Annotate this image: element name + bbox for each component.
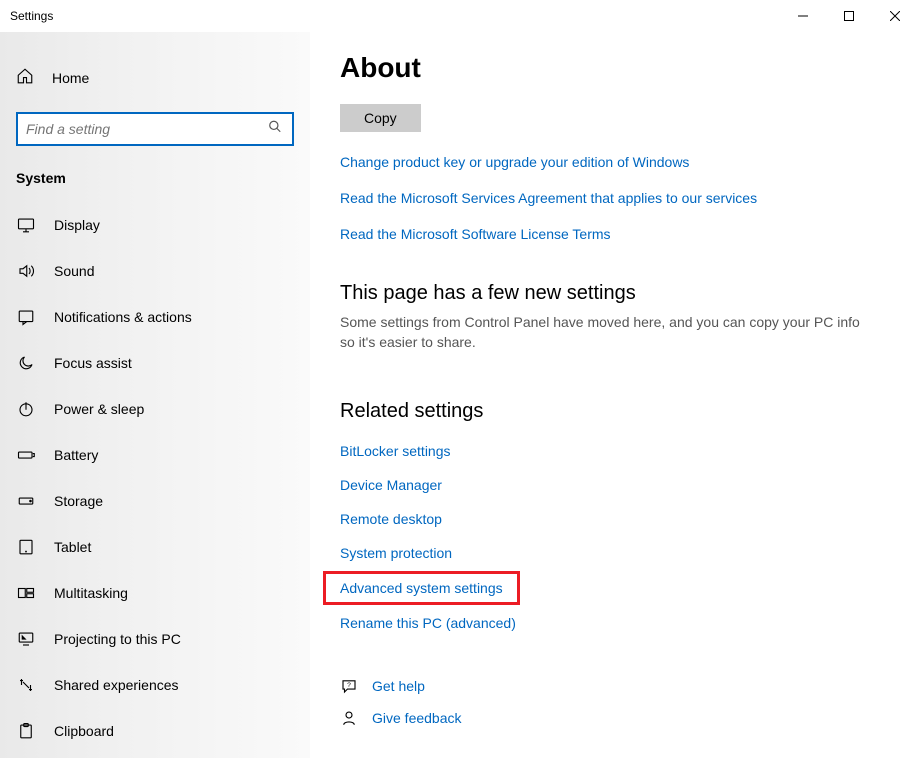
projecting-icon bbox=[16, 629, 36, 649]
sidebar: Home System Display bbox=[0, 32, 310, 758]
help-links: ? Get help Give feedback bbox=[340, 677, 878, 727]
nav-item-battery[interactable]: Battery bbox=[0, 432, 310, 478]
nav-label: Tablet bbox=[54, 539, 91, 555]
search-box[interactable] bbox=[16, 112, 294, 146]
related-bitlocker[interactable]: BitLocker settings bbox=[340, 437, 451, 465]
nav-item-multitasking[interactable]: Multitasking bbox=[0, 570, 310, 616]
nav-item-power-sleep[interactable]: Power & sleep bbox=[0, 386, 310, 432]
link-license-terms[interactable]: Read the Microsoft Software License Term… bbox=[340, 226, 878, 242]
nav-item-tablet[interactable]: Tablet bbox=[0, 524, 310, 570]
nav-label: Focus assist bbox=[54, 355, 132, 371]
nav-label: Battery bbox=[54, 447, 98, 463]
nav-list: Display Sound Notifications & actions bbox=[0, 202, 310, 754]
link-services-agreement[interactable]: Read the Microsoft Services Agreement th… bbox=[340, 190, 878, 206]
power-icon bbox=[16, 399, 36, 419]
storage-icon bbox=[16, 491, 36, 511]
nav-item-clipboard[interactable]: Clipboard bbox=[0, 708, 310, 754]
home-nav[interactable]: Home bbox=[0, 58, 310, 98]
sound-icon bbox=[16, 261, 36, 281]
search-input[interactable] bbox=[26, 121, 284, 137]
copy-button[interactable]: Copy bbox=[340, 104, 421, 132]
category-heading: System bbox=[0, 156, 310, 202]
chat-help-icon: ? bbox=[340, 677, 358, 695]
multitasking-icon bbox=[16, 583, 36, 603]
close-button[interactable] bbox=[872, 0, 918, 32]
nav-item-focus-assist[interactable]: Focus assist bbox=[0, 340, 310, 386]
nav-label: Shared experiences bbox=[54, 677, 179, 693]
nav-label: Clipboard bbox=[54, 723, 114, 739]
related-settings-list: BitLocker settings Device Manager Remote… bbox=[340, 437, 878, 637]
related-rename-pc[interactable]: Rename this PC (advanced) bbox=[340, 609, 516, 637]
nav-item-projecting[interactable]: Projecting to this PC bbox=[0, 616, 310, 662]
help-feedback-link[interactable]: Give feedback bbox=[372, 710, 462, 726]
related-device-manager[interactable]: Device Manager bbox=[340, 471, 442, 499]
nav-label: Display bbox=[54, 217, 100, 233]
nav-item-shared-experiences[interactable]: Shared experiences bbox=[0, 662, 310, 708]
minimize-button[interactable] bbox=[780, 0, 826, 32]
notifications-icon bbox=[16, 307, 36, 327]
new-settings-text: Some settings from Control Panel have mo… bbox=[340, 313, 878, 352]
nav-label: Notifications & actions bbox=[54, 309, 192, 325]
help-get-help-link[interactable]: Get help bbox=[372, 678, 425, 694]
window-title: Settings bbox=[10, 9, 53, 23]
content-pane: About Copy Change product key or upgrade… bbox=[310, 32, 918, 758]
link-change-product-key[interactable]: Change product key or upgrade your editi… bbox=[340, 154, 878, 170]
help-item-get-help[interactable]: ? Get help bbox=[340, 677, 878, 695]
shared-experiences-icon bbox=[16, 675, 36, 695]
nav-label: Power & sleep bbox=[54, 401, 144, 417]
help-item-feedback[interactable]: Give feedback bbox=[340, 709, 878, 727]
nav-label: Projecting to this PC bbox=[54, 631, 181, 647]
page-title: About bbox=[340, 52, 878, 84]
related-system-protection[interactable]: System protection bbox=[340, 539, 452, 567]
home-label: Home bbox=[52, 70, 89, 86]
nav-item-display[interactable]: Display bbox=[0, 202, 310, 248]
nav-label: Storage bbox=[54, 493, 103, 509]
nav-item-storage[interactable]: Storage bbox=[0, 478, 310, 524]
home-icon bbox=[16, 67, 34, 90]
nav-item-notifications[interactable]: Notifications & actions bbox=[0, 294, 310, 340]
related-heading: Related settings bbox=[340, 400, 878, 423]
tablet-icon bbox=[16, 537, 36, 557]
new-settings-heading: This page has a few new settings bbox=[340, 282, 878, 305]
titlebar-controls bbox=[780, 0, 918, 32]
support-links: Change product key or upgrade your editi… bbox=[340, 154, 878, 242]
clipboard-icon bbox=[16, 721, 36, 741]
svg-text:?: ? bbox=[347, 682, 351, 689]
focus-assist-icon bbox=[16, 353, 36, 373]
maximize-button[interactable] bbox=[826, 0, 872, 32]
nav-label: Sound bbox=[54, 263, 94, 279]
titlebar: Settings bbox=[0, 0, 918, 32]
battery-icon bbox=[16, 445, 36, 465]
related-remote-desktop[interactable]: Remote desktop bbox=[340, 505, 442, 533]
search-icon bbox=[268, 120, 282, 139]
nav-item-sound[interactable]: Sound bbox=[0, 248, 310, 294]
related-advanced-system-settings[interactable]: Advanced system settings bbox=[323, 571, 520, 605]
display-icon bbox=[16, 215, 36, 235]
nav-label: Multitasking bbox=[54, 585, 128, 601]
feedback-icon bbox=[340, 709, 358, 727]
